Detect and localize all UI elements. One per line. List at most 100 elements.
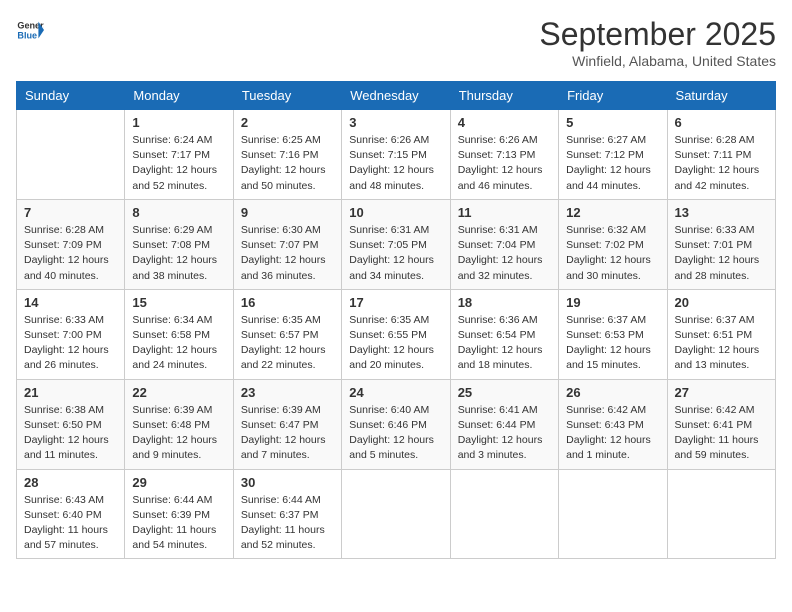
day-details: Sunrise: 6:28 AM Sunset: 7:11 PM Dayligh… <box>675 133 768 194</box>
calendar-cell: 24Sunrise: 6:40 AM Sunset: 6:46 PM Dayli… <box>342 379 450 469</box>
day-number: 26 <box>566 385 659 400</box>
title-block: September 2025 Winfield, Alabama, United… <box>539 16 776 69</box>
calendar-week-row: 7 Sunrise: 6:28 AM Sunset: 7:09 PM Daylig… <box>17 199 776 289</box>
day-number: 10 <box>349 205 442 220</box>
calendar-week-row: 28 Sunrise: 6:43 AM Sunset: 6:40 PM Dayli… <box>17 469 776 559</box>
day-details: Sunrise: 6:37 AM Sunset: 6:53 PM Dayligh… <box>566 313 659 374</box>
day-number: 2 <box>241 115 334 130</box>
day-details: Sunrise: 6:28 AM Sunset: 7:09 PM Dayligh… <box>24 223 117 284</box>
calendar-table: SundayMondayTuesdayWednesdayThursdayFrid… <box>16 81 776 559</box>
day-number: 15 <box>132 295 225 310</box>
weekday-header-cell: Sunday <box>17 82 125 110</box>
calendar-cell: 3 Sunrise: 6:26 AM Sunset: 7:15 PM Daylig… <box>342 110 450 200</box>
day-details: Sunrise: 6:26 AM Sunset: 7:13 PM Dayligh… <box>458 133 551 194</box>
calendar-cell: 11Sunrise: 6:31 AM Sunset: 7:04 PM Dayli… <box>450 199 558 289</box>
calendar-cell: 26 Sunrise: 6:42 AM Sunset: 6:43 PM Dayli… <box>559 379 667 469</box>
day-details: Sunrise: 6:25 AM Sunset: 7:16 PM Dayligh… <box>241 133 334 194</box>
calendar-cell: 7 Sunrise: 6:28 AM Sunset: 7:09 PM Daylig… <box>17 199 125 289</box>
calendar-cell: 13 Sunrise: 6:33 AM Sunset: 7:01 PM Dayli… <box>667 199 775 289</box>
calendar-cell: 8 Sunrise: 6:29 AM Sunset: 7:08 PM Daylig… <box>125 199 233 289</box>
day-number: 5 <box>566 115 659 130</box>
day-details: Sunrise: 6:42 AM Sunset: 6:41 PM Dayligh… <box>675 403 768 464</box>
day-number: 28 <box>24 475 117 490</box>
calendar-cell: 1Sunrise: 6:24 AM Sunset: 7:17 PM Daylig… <box>125 110 233 200</box>
calendar-week-row: 14 Sunrise: 6:33 AM Sunset: 7:00 PM Dayli… <box>17 289 776 379</box>
calendar-cell: 21Sunrise: 6:38 AM Sunset: 6:50 PM Dayli… <box>17 379 125 469</box>
calendar-cell <box>450 469 558 559</box>
calendar-body: 1Sunrise: 6:24 AM Sunset: 7:17 PM Daylig… <box>17 110 776 559</box>
calendar-cell: 25 Sunrise: 6:41 AM Sunset: 6:44 PM Dayli… <box>450 379 558 469</box>
day-details: Sunrise: 6:35 AM Sunset: 6:57 PM Dayligh… <box>241 313 334 374</box>
weekday-header-cell: Friday <box>559 82 667 110</box>
day-number: 16 <box>241 295 334 310</box>
weekday-header-cell: Wednesday <box>342 82 450 110</box>
day-number: 9 <box>241 205 334 220</box>
day-details: Sunrise: 6:33 AM Sunset: 7:00 PM Dayligh… <box>24 313 117 374</box>
calendar-week-row: 21Sunrise: 6:38 AM Sunset: 6:50 PM Dayli… <box>17 379 776 469</box>
calendar-cell <box>17 110 125 200</box>
day-details: Sunrise: 6:34 AM Sunset: 6:58 PM Dayligh… <box>132 313 225 374</box>
day-details: Sunrise: 6:26 AM Sunset: 7:15 PM Dayligh… <box>349 133 442 194</box>
day-details: Sunrise: 6:41 AM Sunset: 6:44 PM Dayligh… <box>458 403 551 464</box>
month-title: September 2025 <box>539 16 776 53</box>
svg-text:Blue: Blue <box>17 30 37 40</box>
day-number: 17 <box>349 295 442 310</box>
day-number: 29 <box>132 475 225 490</box>
day-number: 30 <box>241 475 334 490</box>
day-details: Sunrise: 6:42 AM Sunset: 6:43 PM Dayligh… <box>566 403 659 464</box>
calendar-cell: 20Sunrise: 6:37 AM Sunset: 6:51 PM Dayli… <box>667 289 775 379</box>
day-number: 20 <box>675 295 768 310</box>
calendar-cell: 27 Sunrise: 6:42 AM Sunset: 6:41 PM Dayli… <box>667 379 775 469</box>
calendar-cell: 2 Sunrise: 6:25 AM Sunset: 7:16 PM Daylig… <box>233 110 341 200</box>
calendar-cell: 22 Sunrise: 6:39 AM Sunset: 6:48 PM Dayli… <box>125 379 233 469</box>
day-details: Sunrise: 6:38 AM Sunset: 6:50 PM Dayligh… <box>24 403 117 464</box>
day-number: 22 <box>132 385 225 400</box>
day-number: 1 <box>132 115 225 130</box>
day-number: 13 <box>675 205 768 220</box>
weekday-header-cell: Thursday <box>450 82 558 110</box>
weekday-header-cell: Saturday <box>667 82 775 110</box>
day-details: Sunrise: 6:44 AM Sunset: 6:37 PM Dayligh… <box>241 493 334 554</box>
day-number: 25 <box>458 385 551 400</box>
calendar-cell: 18Sunrise: 6:36 AM Sunset: 6:54 PM Dayli… <box>450 289 558 379</box>
day-number: 4 <box>458 115 551 130</box>
calendar-cell: 9Sunrise: 6:30 AM Sunset: 7:07 PM Daylig… <box>233 199 341 289</box>
day-number: 11 <box>458 205 551 220</box>
location: Winfield, Alabama, United States <box>539 53 776 69</box>
day-number: 3 <box>349 115 442 130</box>
calendar-cell: 12 Sunrise: 6:32 AM Sunset: 7:02 PM Dayli… <box>559 199 667 289</box>
calendar-cell: 15 Sunrise: 6:34 AM Sunset: 6:58 PM Dayli… <box>125 289 233 379</box>
day-details: Sunrise: 6:43 AM Sunset: 6:40 PM Dayligh… <box>24 493 117 554</box>
calendar-cell: 17 Sunrise: 6:35 AM Sunset: 6:55 PM Dayli… <box>342 289 450 379</box>
day-number: 14 <box>24 295 117 310</box>
page-header: General Blue September 2025 Winfield, Al… <box>16 16 776 69</box>
calendar-cell: 30 Sunrise: 6:44 AM Sunset: 6:37 PM Dayli… <box>233 469 341 559</box>
day-number: 6 <box>675 115 768 130</box>
calendar-cell: 6 Sunrise: 6:28 AM Sunset: 7:11 PM Daylig… <box>667 110 775 200</box>
calendar-week-row: 1Sunrise: 6:24 AM Sunset: 7:17 PM Daylig… <box>17 110 776 200</box>
calendar-cell: 16 Sunrise: 6:35 AM Sunset: 6:57 PM Dayli… <box>233 289 341 379</box>
day-details: Sunrise: 6:44 AM Sunset: 6:39 PM Dayligh… <box>132 493 225 554</box>
day-details: Sunrise: 6:27 AM Sunset: 7:12 PM Dayligh… <box>566 133 659 194</box>
logo-icon: General Blue <box>16 16 44 44</box>
calendar-cell: 19Sunrise: 6:37 AM Sunset: 6:53 PM Dayli… <box>559 289 667 379</box>
weekday-header-cell: Tuesday <box>233 82 341 110</box>
day-number: 27 <box>675 385 768 400</box>
day-details: Sunrise: 6:33 AM Sunset: 7:01 PM Dayligh… <box>675 223 768 284</box>
calendar-cell: 23Sunrise: 6:39 AM Sunset: 6:47 PM Dayli… <box>233 379 341 469</box>
calendar-cell: 14 Sunrise: 6:33 AM Sunset: 7:00 PM Dayli… <box>17 289 125 379</box>
day-details: Sunrise: 6:32 AM Sunset: 7:02 PM Dayligh… <box>566 223 659 284</box>
day-number: 8 <box>132 205 225 220</box>
day-number: 7 <box>24 205 117 220</box>
day-details: Sunrise: 6:36 AM Sunset: 6:54 PM Dayligh… <box>458 313 551 374</box>
calendar-cell <box>559 469 667 559</box>
calendar-cell <box>667 469 775 559</box>
calendar-cell: 4 Sunrise: 6:26 AM Sunset: 7:13 PM Daylig… <box>450 110 558 200</box>
day-number: 12 <box>566 205 659 220</box>
weekday-header-row: SundayMondayTuesdayWednesdayThursdayFrid… <box>17 82 776 110</box>
day-details: Sunrise: 6:35 AM Sunset: 6:55 PM Dayligh… <box>349 313 442 374</box>
day-details: Sunrise: 6:29 AM Sunset: 7:08 PM Dayligh… <box>132 223 225 284</box>
day-details: Sunrise: 6:31 AM Sunset: 7:05 PM Dayligh… <box>349 223 442 284</box>
weekday-header-cell: Monday <box>125 82 233 110</box>
day-details: Sunrise: 6:39 AM Sunset: 6:48 PM Dayligh… <box>132 403 225 464</box>
